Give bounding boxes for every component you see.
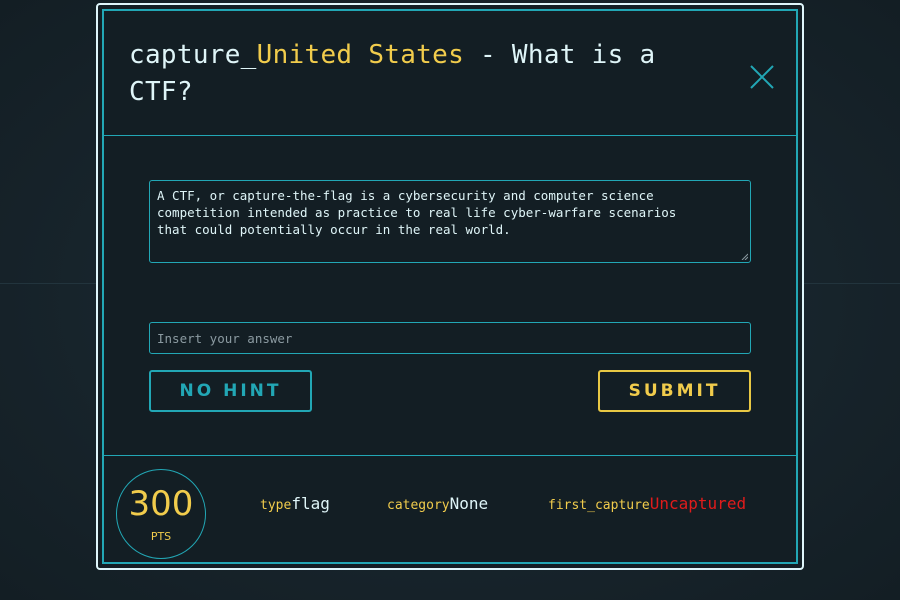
submit-button[interactable]: SUBMIT <box>598 370 751 412</box>
challenge-modal-frame: capture_United States - What is a CTF? A… <box>102 9 798 564</box>
challenge-modal: capture_United States - What is a CTF? A… <box>96 3 804 570</box>
hint-button-label: NO HINT <box>179 381 282 401</box>
meta-category-value: None <box>449 494 489 513</box>
meta-first-capture: first_captureUncaptured <box>548 494 746 516</box>
modal-title: capture_United States - What is a CTF? <box>129 37 699 111</box>
challenge-body: A CTF, or capture-the-flag is a cybersec… <box>104 136 796 456</box>
challenge-footer: 300 PTS typeflag categoryNone first_capt… <box>104 457 796 562</box>
meta-first-capture-key: first_capture <box>548 498 650 513</box>
submit-button-label: SUBMIT <box>628 381 721 401</box>
points-value: 300 <box>128 484 194 524</box>
challenge-description-text: A CTF, or capture-the-flag is a cybersec… <box>157 188 677 237</box>
hint-button[interactable]: NO HINT <box>149 370 312 412</box>
close-button[interactable] <box>748 63 776 91</box>
meta-type-key: type <box>260 498 292 513</box>
challenge-description[interactable]: A CTF, or capture-the-flag is a cybersec… <box>149 180 751 263</box>
title-country: United States <box>256 40 465 70</box>
points-badge: 300 PTS <box>116 469 206 559</box>
meta-category-key: category <box>387 498 450 513</box>
close-icon <box>750 65 774 89</box>
resize-grip-icon[interactable] <box>741 253 748 260</box>
points-unit: PTS <box>150 530 172 543</box>
answer-input[interactable] <box>149 322 751 354</box>
meta-category: categoryNone <box>387 494 488 516</box>
meta-type: typeflag <box>260 494 330 516</box>
meta-first-capture-value: Uncaptured <box>649 494 747 513</box>
title-prefix: capture_ <box>129 40 257 70</box>
meta-type-value: flag <box>291 494 330 513</box>
modal-header: capture_United States - What is a CTF? <box>104 11 796 136</box>
